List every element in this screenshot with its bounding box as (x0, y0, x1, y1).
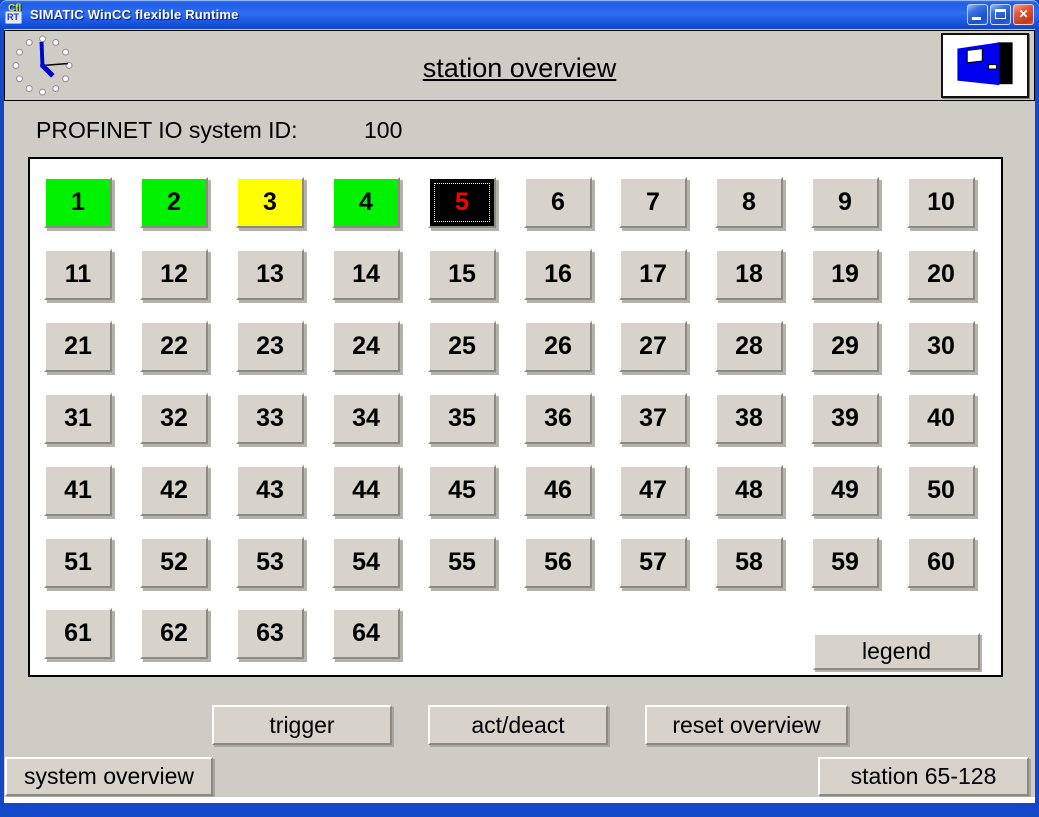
station-button-9[interactable]: 9 (811, 177, 879, 228)
station-button-52[interactable]: 52 (140, 537, 208, 588)
act-deact-button[interactable]: act/deact (428, 705, 608, 745)
station-button-20[interactable]: 20 (907, 249, 975, 300)
exit-button[interactable] (941, 33, 1029, 98)
station-button-63[interactable]: 63 (236, 608, 304, 659)
station-button-29[interactable]: 29 (811, 321, 879, 372)
minimize-button[interactable] (967, 4, 988, 25)
station-button-18[interactable]: 18 (715, 249, 783, 300)
station-button-36[interactable]: 36 (524, 393, 592, 444)
close-icon: ✕ (1018, 7, 1029, 21)
maximize-button[interactable] (990, 4, 1011, 25)
station-button-7[interactable]: 7 (619, 177, 687, 228)
station-button-12[interactable]: 12 (140, 249, 208, 300)
close-button[interactable]: ✕ (1013, 4, 1034, 25)
legend-button[interactable]: legend (813, 633, 980, 670)
station-button-14[interactable]: 14 (332, 249, 400, 300)
station-button-55[interactable]: 55 (428, 537, 496, 588)
station-button-3[interactable]: 3 (236, 177, 304, 228)
window-title: SIMATIC WinCC flexible Runtime (30, 7, 239, 22)
station-button-15[interactable]: 15 (428, 249, 496, 300)
profinet-id-label: PROFINET IO system ID: (36, 117, 298, 143)
station-button-25[interactable]: 25 (428, 321, 496, 372)
station-button-49[interactable]: 49 (811, 465, 879, 516)
station-button-58[interactable]: 58 (715, 537, 783, 588)
station-button-28[interactable]: 28 (715, 321, 783, 372)
station-button-17[interactable]: 17 (619, 249, 687, 300)
station-button-30[interactable]: 30 (907, 321, 975, 372)
station-button-39[interactable]: 39 (811, 393, 879, 444)
station-button-38[interactable]: 38 (715, 393, 783, 444)
station-button-61[interactable]: 61 (44, 608, 112, 659)
titlebar[interactable]: Cfl RT SIMATIC WinCC flexible Runtime ✕ (0, 0, 1039, 29)
exit-door-icon (957, 42, 1013, 86)
station-button-21[interactable]: 21 (44, 321, 112, 372)
minimize-icon (972, 17, 981, 20)
page-title: station overview (422, 53, 617, 83)
station-button-45[interactable]: 45 (428, 465, 496, 516)
station-button-26[interactable]: 26 (524, 321, 592, 372)
station-button-27[interactable]: 27 (619, 321, 687, 372)
station-button-10[interactable]: 10 (907, 177, 975, 228)
app-icon-bottom: RT (5, 11, 22, 24)
app-icon: Cfl RT (5, 3, 25, 24)
station-button-2[interactable]: 2 (140, 177, 208, 228)
maximize-icon (995, 9, 1006, 19)
station-button-46[interactable]: 46 (524, 465, 592, 516)
station-button-8[interactable]: 8 (715, 177, 783, 228)
station-button-4[interactable]: 4 (332, 177, 400, 228)
station-button-32[interactable]: 32 (140, 393, 208, 444)
station-button-1[interactable]: 1 (44, 177, 112, 228)
station-button-43[interactable]: 43 (236, 465, 304, 516)
station-button-47[interactable]: 47 (619, 465, 687, 516)
station-button-23[interactable]: 23 (236, 321, 304, 372)
reset-overview-button[interactable]: reset overview (645, 705, 848, 745)
station-button-31[interactable]: 31 (44, 393, 112, 444)
station-button-35[interactable]: 35 (428, 393, 496, 444)
station-button-60[interactable]: 60 (907, 537, 975, 588)
station-button-16[interactable]: 16 (524, 249, 592, 300)
station-65-128-button[interactable]: station 65-128 (818, 757, 1029, 796)
station-button-34[interactable]: 34 (332, 393, 400, 444)
app-window: Cfl RT SIMATIC WinCC flexible Runtime ✕ (0, 0, 1039, 817)
header-bar: station overview (4, 30, 1035, 101)
bottom-strip (4, 797, 1035, 803)
trigger-button[interactable]: trigger (212, 705, 392, 745)
station-button-64[interactable]: 64 (332, 608, 400, 659)
station-button-57[interactable]: 57 (619, 537, 687, 588)
station-grid: 1 2 3 4 5 6 7 8 9 10 11 12 13 14 15 16 17 18 19 20 21 22 23 24 2… (30, 159, 1001, 675)
station-button-5[interactable]: 5 (428, 177, 496, 228)
stations-panel: 1 2 3 4 5 6 7 8 9 10 11 12 13 14 15 16 17 18 19 20 21 22 23 24 2… (28, 157, 1003, 677)
profinet-id-value: 100 (364, 117, 403, 143)
station-button-62[interactable]: 62 (140, 608, 208, 659)
station-button-40[interactable]: 40 (907, 393, 975, 444)
station-button-51[interactable]: 51 (44, 537, 112, 588)
station-button-41[interactable]: 41 (44, 465, 112, 516)
station-button-42[interactable]: 42 (140, 465, 208, 516)
station-button-48[interactable]: 48 (715, 465, 783, 516)
station-button-13[interactable]: 13 (236, 249, 304, 300)
station-button-33[interactable]: 33 (236, 393, 304, 444)
station-button-19[interactable]: 19 (811, 249, 879, 300)
station-button-11[interactable]: 11 (44, 249, 112, 300)
station-button-44[interactable]: 44 (332, 465, 400, 516)
station-button-22[interactable]: 22 (140, 321, 208, 372)
station-button-54[interactable]: 54 (332, 537, 400, 588)
station-button-24[interactable]: 24 (332, 321, 400, 372)
station-button-56[interactable]: 56 (524, 537, 592, 588)
system-overview-button[interactable]: system overview (5, 757, 213, 796)
client-area: station overview PROFINET IO system ID: … (4, 29, 1035, 803)
station-button-53[interactable]: 53 (236, 537, 304, 588)
station-button-50[interactable]: 50 (907, 465, 975, 516)
window-controls: ✕ (967, 4, 1034, 25)
station-button-6[interactable]: 6 (524, 177, 592, 228)
station-button-59[interactable]: 59 (811, 537, 879, 588)
station-button-37[interactable]: 37 (619, 393, 687, 444)
